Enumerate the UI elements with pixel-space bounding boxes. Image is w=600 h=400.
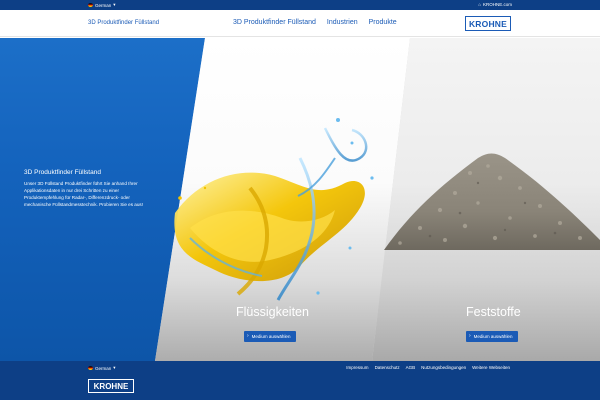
footer-link-agb[interactable]: AGB — [406, 365, 416, 370]
chevron-down-icon: ▾ — [113, 2, 116, 7]
button-label: Medium auswählen — [473, 334, 513, 339]
footer: German ▾ Impressum Datenschutz AGB Nutzu… — [0, 361, 600, 400]
krohne-com-label: KROHNE.com — [482, 2, 512, 7]
footer-link-datenschutz[interactable]: Datenschutz — [375, 365, 400, 370]
nav-link-produktfinder[interactable]: 3D Produktfinder Füllstand — [233, 19, 316, 26]
chevron-down-icon: ▾ — [113, 365, 116, 370]
german-flag-icon — [88, 366, 93, 370]
language-label: German — [95, 2, 112, 8]
site-title-link[interactable]: 3D Produktfinder Füllstand — [88, 20, 159, 26]
select-liquid-medium-button[interactable]: › Medium auswählen — [244, 331, 297, 342]
language-selector[interactable]: German ▾ — [88, 2, 116, 8]
language-label: German — [95, 365, 112, 371]
footer-krohne-logo[interactable]: KROHNE — [88, 379, 134, 393]
german-flag-icon — [88, 3, 93, 7]
select-solid-medium-button[interactable]: › Medium auswählen — [466, 331, 519, 342]
nav-link-produkte[interactable]: Produkte — [369, 19, 397, 26]
main-navigation: 3D Produktfinder Füllstand 3D Produktfin… — [0, 10, 600, 37]
hero-intro: 3D Produktfinder Füllstand Unser 3D Füll… — [24, 169, 150, 208]
hero-heading: 3D Produktfinder Füllstand — [24, 169, 101, 176]
logo-text: KROHNE — [93, 381, 129, 391]
home-icon: ⌂ — [478, 2, 481, 7]
chevron-right-icon: › — [247, 333, 249, 339]
footer-link-weitere-webseiten[interactable]: Weitere Webseiten — [472, 365, 510, 370]
button-label: Medium auswählen — [251, 334, 291, 339]
footer-language-selector[interactable]: German ▾ — [88, 365, 116, 371]
nav-links: 3D Produktfinder Füllstand Industrien Pr… — [233, 19, 397, 26]
footer-link-impressum[interactable]: Impressum — [346, 365, 368, 370]
footer-link-nutzungsbedingungen[interactable]: Nutzungsbedingungen — [421, 365, 466, 370]
category-title-liquids: Flüssigkeiten — [236, 305, 309, 319]
chevron-right-icon: › — [469, 333, 471, 339]
top-bar: German ▾ ⌂ KROHNE.com — [0, 0, 600, 10]
logo-text: KROHNE — [468, 18, 508, 29]
footer-links: Impressum Datenschutz AGB Nutzungsbeding… — [346, 365, 510, 370]
category-title-solids: Feststoffe — [466, 305, 521, 319]
krohne-logo[interactable]: KROHNE — [465, 16, 511, 31]
krohne-com-link[interactable]: ⌂ KROHNE.com — [478, 2, 512, 7]
nav-link-industrien[interactable]: Industrien — [327, 19, 358, 26]
hero-description: Unser 3D Füllstand Produktfinder führt S… — [24, 181, 143, 207]
hero-section: 3D Produktfinder Füllstand Unser 3D Füll… — [0, 38, 600, 361]
